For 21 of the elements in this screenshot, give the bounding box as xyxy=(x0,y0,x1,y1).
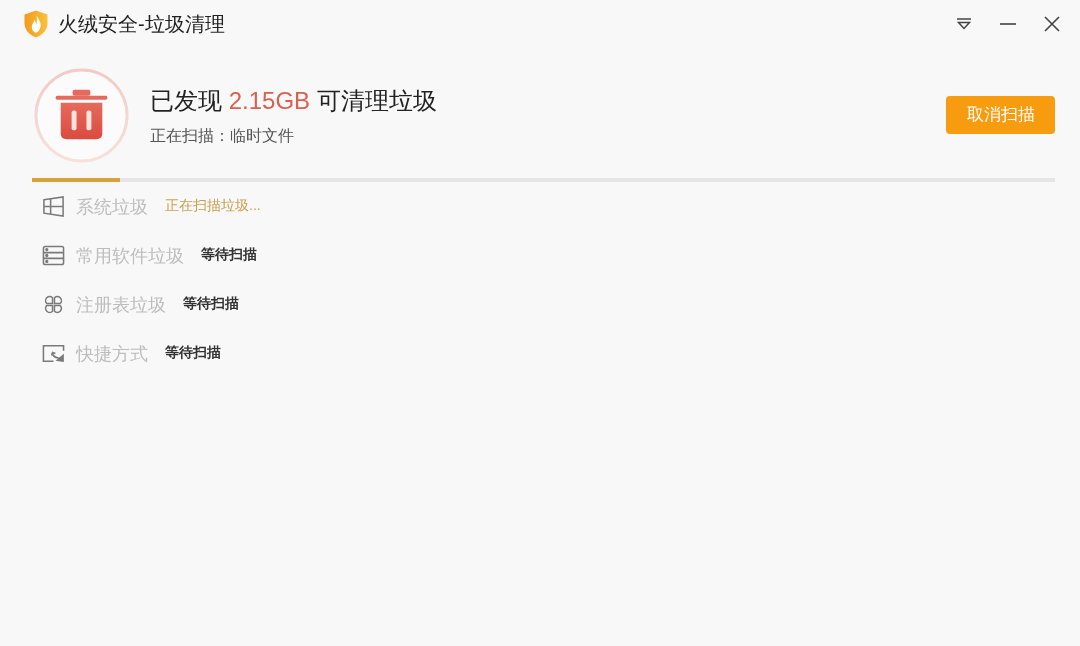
list-icon xyxy=(42,244,65,267)
dropdown-menu-icon xyxy=(956,18,972,30)
category-status: 等待扫描 xyxy=(165,342,221,362)
category-status: 等待扫描 xyxy=(201,244,257,264)
shield-flame-logo-icon xyxy=(24,10,48,38)
cancel-scan-button[interactable]: 取消扫描 xyxy=(946,95,1055,134)
trash-icon xyxy=(34,68,129,163)
category-status: 正在扫描垃圾... xyxy=(165,195,261,215)
scan-status-text: 正在扫描：临时文件 xyxy=(150,125,295,146)
close-icon xyxy=(1044,16,1060,32)
window-title: 火绒安全-垃圾清理 xyxy=(58,12,225,37)
category-label: 系统垃圾 xyxy=(76,195,148,219)
category-status: 等待扫描 xyxy=(183,293,239,313)
category-label: 常用软件垃圾 xyxy=(76,244,184,268)
window-panes-icon xyxy=(42,195,65,218)
shortcut-icon xyxy=(42,342,65,365)
minimize-icon xyxy=(1000,23,1016,25)
four-petal-icon xyxy=(42,293,65,316)
category-label: 注册表垃圾 xyxy=(76,293,166,317)
category-label: 快捷方式 xyxy=(76,342,148,366)
scan-result-heading: 已发现 2.15GB 可清理垃圾 xyxy=(150,85,437,116)
